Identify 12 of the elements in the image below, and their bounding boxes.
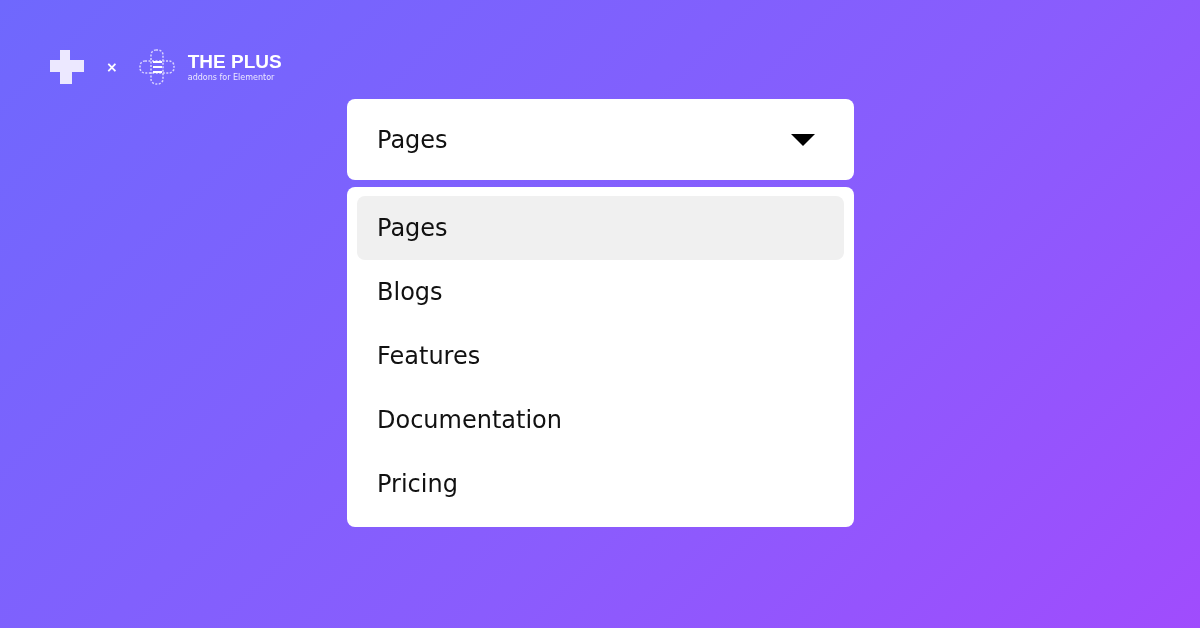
dropdown-option[interactable]: Documentation: [357, 388, 844, 452]
plus-logo-icon: [48, 48, 86, 86]
brand-name: THE PLUS: [187, 52, 282, 71]
caret-icon: [790, 132, 816, 147]
plus-outline-logo-icon: [137, 48, 176, 86]
dropdown-option[interactable]: Pages: [357, 196, 844, 260]
dropdown-option[interactable]: Pricing: [357, 452, 844, 516]
dropdown-select[interactable]: Pages: [347, 99, 854, 180]
dropdown-option[interactable]: Blogs: [357, 260, 844, 324]
brand-tagline: addons for Elementor: [187, 74, 276, 82]
separator-mark: ×: [106, 59, 118, 75]
dropdown-option[interactable]: Features: [357, 324, 844, 388]
